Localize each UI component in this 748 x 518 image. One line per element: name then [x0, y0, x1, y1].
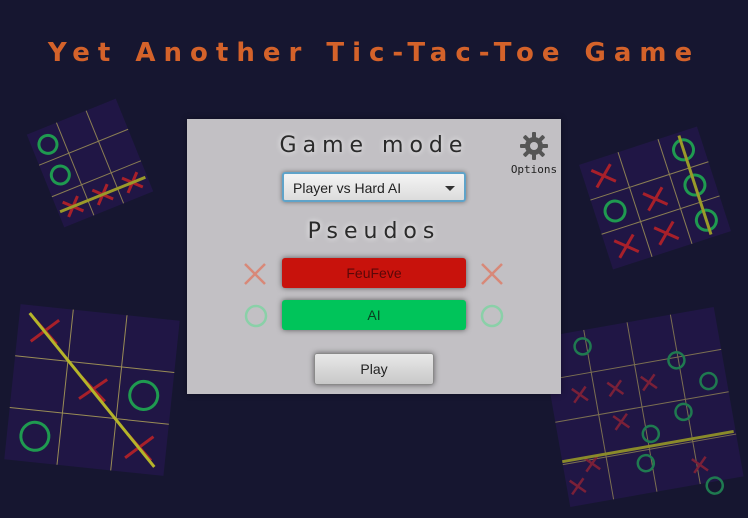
background-board-bottom-left — [4, 304, 180, 476]
options-button[interactable]: Options — [509, 131, 559, 179]
options-label: Options — [510, 163, 558, 176]
game-mode-select[interactable]: Player vs Hard AI — [282, 172, 466, 202]
background-board-bottom-right — [540, 307, 744, 507]
game-mode-select-value: Player vs Hard AI — [293, 180, 402, 196]
cross-icon-right — [481, 263, 503, 285]
game-setup-panel: Game mode Options Player vs Hard AI Pseu… — [187, 119, 561, 394]
circle-icon-left — [244, 304, 268, 328]
player-o-pseudo-input[interactable] — [282, 300, 466, 330]
play-button[interactable]: Play — [314, 353, 434, 385]
pseudos-heading: Pseudos — [307, 219, 441, 244]
gear-icon — [520, 132, 548, 160]
background-board-top-right — [579, 126, 731, 270]
cross-icon-left — [244, 263, 266, 285]
chevron-down-icon — [445, 186, 455, 191]
player-x-pseudo-input[interactable] — [282, 258, 466, 288]
game-mode-heading: Game mode — [279, 133, 469, 158]
circle-icon-right — [480, 304, 504, 328]
player-o-pseudo-field[interactable] — [282, 300, 466, 330]
player-x-pseudo-field[interactable] — [282, 258, 466, 288]
app-title: Yet Another Tic-Tac-Toe Game — [47, 38, 701, 68]
background-board-top-left — [26, 98, 154, 228]
